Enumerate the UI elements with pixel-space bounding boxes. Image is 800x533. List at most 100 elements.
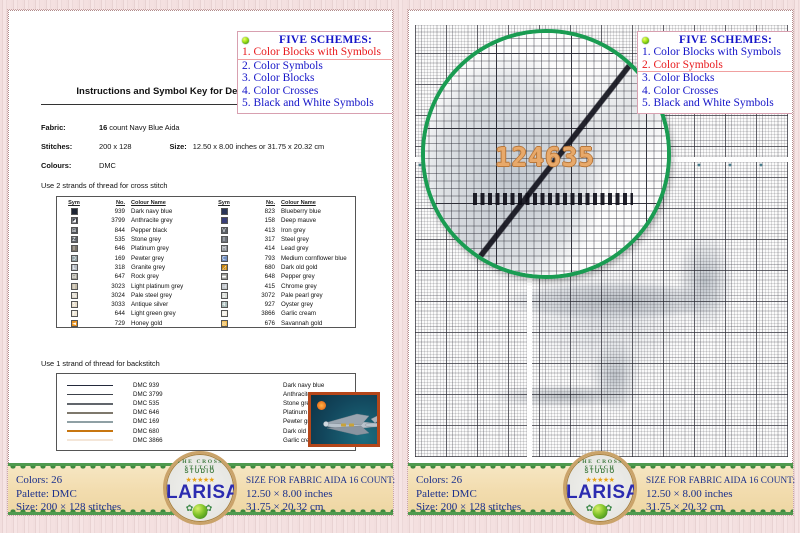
color-swatch-symbol-icon: 1	[220, 291, 228, 299]
stitches-value: 200 x 128	[99, 142, 132, 151]
color-swatch-symbol-icon: I	[70, 245, 78, 253]
symbol-key-column-right: Sym No. Colour Name 823 Blueberry blue 158…	[207, 197, 357, 328]
dmc-number: 318	[114, 263, 125, 271]
scheme-option-3[interactable]: 3. Color Blocks	[238, 72, 392, 85]
colour-name: Pepper grey	[281, 273, 315, 281]
scheme-option-5[interactable]: 5. Black and White Symbols	[638, 97, 792, 110]
scheme-option-2[interactable]: 2. Color Symbols	[638, 59, 792, 73]
header-sym: Sym	[218, 200, 230, 206]
scheme-option-1[interactable]: 1. Color Blocks with Symbols	[638, 46, 792, 59]
color-swatch-symbol-icon: Ɔ	[70, 254, 78, 262]
logo-studio-text: STUDIO	[184, 469, 216, 475]
header-no: No.	[115, 200, 125, 206]
schemes-header: FIVE SCHEMES:	[638, 34, 792, 46]
aircraft-serial-number: 124635	[495, 143, 595, 173]
symbol-key-row: % 3024 Pale steel grey	[57, 291, 207, 300]
dmc-number: 823	[264, 208, 275, 216]
dmc-number: 729	[114, 319, 125, 327]
dmc-number: 3023	[111, 282, 125, 290]
colour-name: Savannah gold	[281, 319, 323, 327]
scheme-option-4[interactable]: 4. Color Crosses	[238, 85, 392, 98]
schemes-header: FIVE SCHEMES:	[238, 34, 392, 46]
backstitch-colour-name: Garlic cream	[283, 436, 319, 444]
symbol-key-row: 1 3072 Pale pearl grey	[207, 291, 357, 300]
symbol-key-row: 823 Blueberry blue	[207, 207, 357, 216]
dmc-number: 3072	[261, 291, 275, 299]
colour-name: Chrome grey	[281, 282, 317, 290]
key-header-right: Sym No. Colour Name	[207, 197, 357, 207]
colours-value: DMC	[99, 161, 116, 170]
colour-name: Steel grey	[281, 236, 309, 244]
symbol-key-row: 5 3033 Antique silver	[57, 300, 207, 309]
banner-palette: Palette: DMC	[16, 487, 77, 500]
symbol-key-row: I 646 Platinum grey	[57, 244, 207, 253]
colours-label: Colours:	[41, 161, 72, 170]
colour-name: Light platinum grey	[131, 282, 184, 290]
dmc-number: 680	[264, 263, 275, 271]
fabric-value: count Navy Blue Aida	[107, 123, 180, 132]
symbol-key-row: Ɔ 169 Pewter grey	[57, 253, 207, 262]
right-page-panel: 124635 FIVE SCHEMES: 1. Color Blocks wit…	[407, 9, 794, 516]
backstitch-colour-name: Pewter grey	[283, 418, 317, 426]
header-colour-name: Colour Name	[131, 200, 166, 206]
magnifier-loupe[interactable]: 124635	[421, 29, 671, 279]
color-swatch-symbol-icon: C	[220, 254, 228, 262]
symbol-key-table: Sym No. Colour Name 939 Dark navy blue ◪ 37…	[56, 196, 356, 328]
dmc-number: 644	[114, 310, 125, 318]
banner-size: Size: 200 × 128 stitches	[16, 501, 122, 513]
backstitch-colour-name: Platinum grey	[283, 409, 321, 417]
scheme-option-3[interactable]: 3. Color Blocks	[638, 72, 792, 85]
five-schemes-box-right[interactable]: FIVE SCHEMES: 1. Color Blocks with Symbo…	[637, 31, 792, 114]
cross-note-pre: Use	[41, 181, 57, 190]
size-label: Size:	[169, 142, 187, 151]
symbol-key-row: 4 927 Oyster grey	[207, 300, 357, 309]
color-swatch-symbol-icon: %	[70, 291, 78, 299]
colour-name: Oyster grey	[281, 301, 313, 309]
backstitch-dmc-code: DMC 680	[133, 427, 160, 435]
scheme-option-2[interactable]: 2. Color Symbols	[238, 60, 392, 73]
symbol-key-row: L 318 Granite grey	[57, 263, 207, 272]
colour-name: Light green grey	[131, 310, 176, 318]
colour-name: Lead grey	[281, 245, 309, 253]
dmc-number: 3799	[111, 217, 125, 225]
symbol-key-row: ⊣ 415 Chrome grey	[207, 281, 357, 290]
color-swatch-symbol-icon: ◿	[220, 263, 228, 271]
dmc-number: 646	[114, 245, 125, 253]
logo-studio-text: STUDIO	[584, 469, 616, 475]
color-swatch-symbol-icon: ⊣	[220, 282, 228, 290]
colour-name: Rock grey	[131, 273, 159, 281]
symbol-key-row: V 413 Iron grey	[207, 226, 357, 235]
symbol-key-row: ◄ 729 Honey gold	[57, 319, 207, 328]
banner-cm: 31.75 × 20.32 cm	[246, 501, 324, 513]
dmc-number: 169	[114, 254, 125, 262]
scheme-option-4[interactable]: 4. Color Crosses	[638, 85, 792, 98]
color-swatch-symbol-icon: 4	[220, 301, 228, 309]
five-schemes-box-left[interactable]: FIVE SCHEMES: 1. Color Blocks with Symbo…	[237, 31, 392, 114]
led-indicator-icon	[242, 36, 249, 44]
header-sym: Sym	[68, 200, 80, 206]
symbol-key-row: ⊞ 844 Pepper black	[57, 226, 207, 235]
dmc-number: 158	[264, 217, 275, 225]
colour-name: Pale steel grey	[131, 291, 172, 299]
banner-colors: Colors: 26	[416, 474, 463, 486]
color-swatch-symbol-icon: ◪	[70, 217, 78, 225]
colours-row: Colours: DMC	[41, 161, 116, 170]
scheme-option-5[interactable]: 5. Black and White Symbols	[238, 97, 392, 110]
larisa-studio-logo: THE CROSS STITCH STUDIO ★★★★★ LARISA ✿✿✿	[163, 451, 237, 525]
colour-name: Anthracite grey	[131, 217, 173, 225]
cross-note-post: strands of thread for cross stitch	[60, 181, 168, 190]
color-swatch-symbol-icon: I	[220, 236, 228, 244]
stitches-row: Stitches: 200 x 128 Size: 12.50 x 8.00 inch…	[41, 142, 324, 151]
banner-fabric-caption: SIZE FOR FABRIC AIDA 16 COUNT:	[646, 475, 796, 485]
stitches-label: Stitches:	[41, 142, 73, 151]
color-swatch-symbol-icon: ⊟	[70, 273, 78, 281]
color-swatch-symbol-icon: L	[70, 263, 78, 271]
symbol-key-row: ▯ 3023 Light platinum grey	[57, 281, 207, 290]
backstitch-line-sample	[67, 412, 113, 414]
backstitch-dmc-code: DMC 169	[133, 418, 160, 426]
scheme-option-1[interactable]: 1. Color Blocks with Symbols	[238, 46, 392, 60]
symbol-key-row: ◿ 680 Dark old gold	[207, 263, 357, 272]
back-note-post: strand of thread for backstitch	[60, 359, 160, 368]
header-colour-name: Colour Name	[281, 200, 316, 206]
schemes-title: FIVE SCHEMES:	[278, 34, 373, 46]
